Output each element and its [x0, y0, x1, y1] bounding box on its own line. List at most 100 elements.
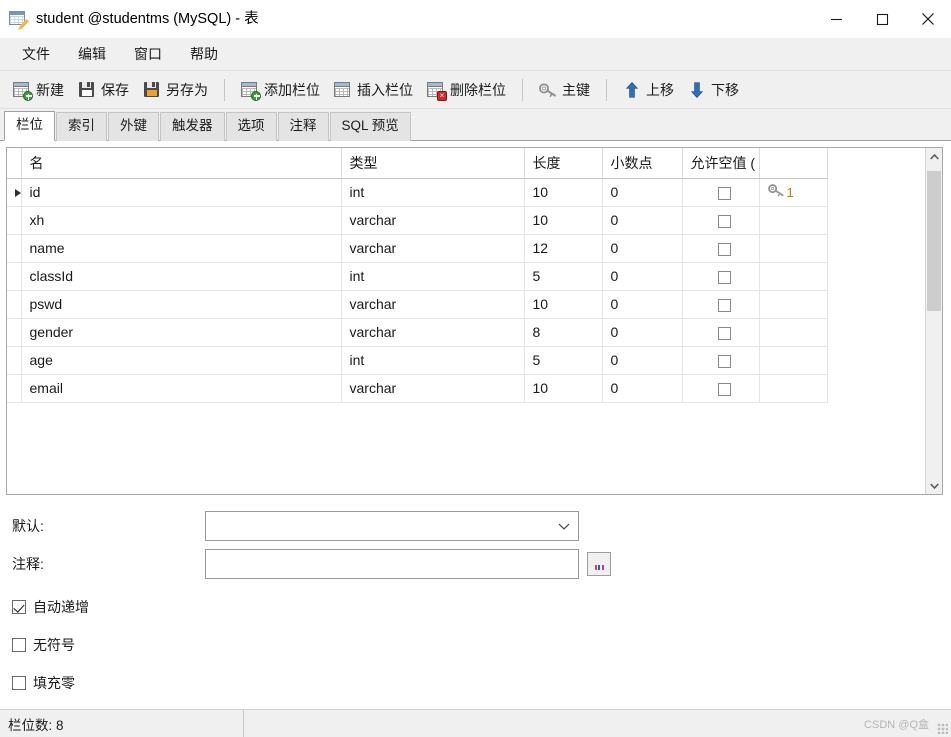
cell-field-decimals[interactable]: 0	[602, 234, 683, 263]
cell-field-nullable[interactable]	[682, 178, 760, 207]
cell-field-name[interactable]: age	[21, 346, 342, 375]
cell-field-name[interactable]: gender	[21, 318, 342, 347]
nullable-checkbox[interactable]	[718, 214, 731, 228]
cell-field-decimals[interactable]: 0	[602, 262, 683, 291]
checkbox-unsigned[interactable]: 无符号	[12, 635, 951, 655]
column-header-name[interactable]: 名	[21, 148, 342, 179]
scroll-up-button[interactable]	[926, 148, 942, 165]
primary-key-button[interactable]: 主键	[532, 76, 597, 104]
tab-indexes[interactable]: 索引	[56, 112, 107, 141]
menu-help[interactable]: 帮助	[176, 39, 232, 69]
row-selector[interactable]	[7, 234, 22, 263]
cell-field-type[interactable]: varchar	[341, 374, 525, 403]
tab-foreign-keys[interactable]: 外键	[108, 112, 159, 141]
menu-edit[interactable]: 编辑	[64, 39, 120, 69]
nullable-checkbox[interactable]	[718, 186, 731, 200]
save-button[interactable]: 保存	[71, 76, 136, 104]
cell-field-nullable[interactable]	[682, 346, 760, 375]
save-as-button[interactable]: 另存为	[136, 76, 215, 104]
checkbox-auto-increment[interactable]: 自动递增	[12, 597, 951, 617]
cell-field-nullable[interactable]	[682, 374, 760, 403]
cell-field-nullable[interactable]	[682, 234, 760, 263]
add-field-button[interactable]: 添加栏位	[234, 76, 327, 104]
cell-field-type[interactable]: int	[341, 262, 525, 291]
row-selector[interactable]	[7, 318, 22, 347]
cell-field-decimals[interactable]: 0	[602, 346, 683, 375]
cell-field-key[interactable]	[759, 262, 828, 291]
nullable-checkbox[interactable]	[718, 270, 731, 284]
cell-field-decimals[interactable]: 0	[602, 318, 683, 347]
cell-field-decimals[interactable]: 0	[602, 290, 683, 319]
table-row[interactable]: email varchar 10 0	[7, 374, 828, 403]
cell-field-length[interactable]: 10	[524, 206, 603, 235]
nullable-checkbox[interactable]	[718, 326, 731, 340]
tab-comment[interactable]: 注释	[277, 112, 329, 141]
column-header-length[interactable]: 长度	[524, 148, 603, 179]
cell-field-length[interactable]: 5	[524, 346, 603, 375]
tab-triggers[interactable]: 触发器	[160, 112, 225, 141]
cell-field-name[interactable]: name	[21, 234, 342, 263]
tab-sql-preview[interactable]: SQL 预览	[329, 112, 411, 141]
default-combobox[interactable]	[205, 511, 579, 541]
cell-field-key[interactable]	[759, 374, 828, 403]
resize-grip[interactable]	[937, 723, 948, 734]
cell-field-key[interactable]: 1	[759, 178, 828, 207]
cell-field-type[interactable]: int	[341, 178, 525, 207]
table-row[interactable]: gender varchar 8 0	[7, 318, 828, 347]
nullable-checkbox[interactable]	[718, 298, 731, 312]
row-selector[interactable]	[7, 178, 22, 207]
checkbox-auto-increment-box[interactable]	[12, 600, 26, 614]
cell-field-decimals[interactable]: 0	[602, 206, 683, 235]
cell-field-decimals[interactable]: 0	[602, 178, 683, 207]
move-down-button[interactable]: 下移	[681, 76, 746, 104]
column-header-type[interactable]: 类型	[341, 148, 525, 179]
cell-field-key[interactable]	[759, 346, 828, 375]
column-header-nullable[interactable]: 允许空值 (	[682, 148, 760, 179]
cell-field-type[interactable]: varchar	[341, 318, 525, 347]
close-button[interactable]	[905, 0, 951, 38]
cell-field-key[interactable]	[759, 318, 828, 347]
cell-field-name[interactable]: id	[21, 178, 342, 207]
row-selector[interactable]	[7, 290, 22, 319]
checkbox-zerofill[interactable]: 填充零	[12, 673, 951, 693]
row-selector[interactable]	[7, 206, 22, 235]
cell-field-length[interactable]: 12	[524, 234, 603, 263]
cell-field-decimals[interactable]: 0	[602, 374, 683, 403]
comment-input[interactable]	[205, 549, 579, 579]
cell-field-length[interactable]: 10	[524, 374, 603, 403]
cell-field-length[interactable]: 10	[524, 290, 603, 319]
nullable-checkbox[interactable]	[718, 242, 731, 256]
cell-field-length[interactable]: 5	[524, 262, 603, 291]
delete-field-button[interactable]: × 删除栏位	[420, 76, 513, 104]
new-button[interactable]: 新建	[6, 76, 71, 104]
maximize-button[interactable]	[859, 0, 905, 38]
table-row[interactable]: age int 5 0	[7, 346, 828, 375]
grid-vertical-scrollbar[interactable]	[925, 148, 942, 494]
comment-browse-button[interactable]	[587, 552, 611, 576]
cell-field-name[interactable]: pswd	[21, 290, 342, 319]
cell-field-type[interactable]: varchar	[341, 234, 525, 263]
cell-field-key[interactable]	[759, 206, 828, 235]
table-row[interactable]: classId int 5 0	[7, 262, 828, 291]
insert-field-button[interactable]: 插入栏位	[327, 76, 420, 104]
menu-window[interactable]: 窗口	[120, 39, 176, 69]
cell-field-key[interactable]	[759, 234, 828, 263]
cell-field-nullable[interactable]	[682, 290, 760, 319]
column-header-key[interactable]	[759, 148, 828, 179]
nullable-checkbox[interactable]	[718, 382, 731, 396]
cell-field-key[interactable]	[759, 290, 828, 319]
scrollbar-thumb[interactable]	[927, 171, 941, 311]
cell-field-nullable[interactable]	[682, 262, 760, 291]
scrollbar-track[interactable]	[926, 165, 942, 477]
cell-field-type[interactable]: varchar	[341, 206, 525, 235]
cell-field-nullable[interactable]	[682, 206, 760, 235]
table-row[interactable]: id int 10 0 1	[7, 178, 828, 207]
table-row[interactable]: name varchar 12 0	[7, 234, 828, 263]
table-row[interactable]: pswd varchar 10 0	[7, 290, 828, 319]
row-selector[interactable]	[7, 374, 22, 403]
row-selector[interactable]	[7, 346, 22, 375]
column-header-decimals[interactable]: 小数点	[602, 148, 683, 179]
cell-field-nullable[interactable]	[682, 318, 760, 347]
tab-options[interactable]: 选项	[225, 112, 277, 141]
cell-field-type[interactable]: varchar	[341, 290, 525, 319]
